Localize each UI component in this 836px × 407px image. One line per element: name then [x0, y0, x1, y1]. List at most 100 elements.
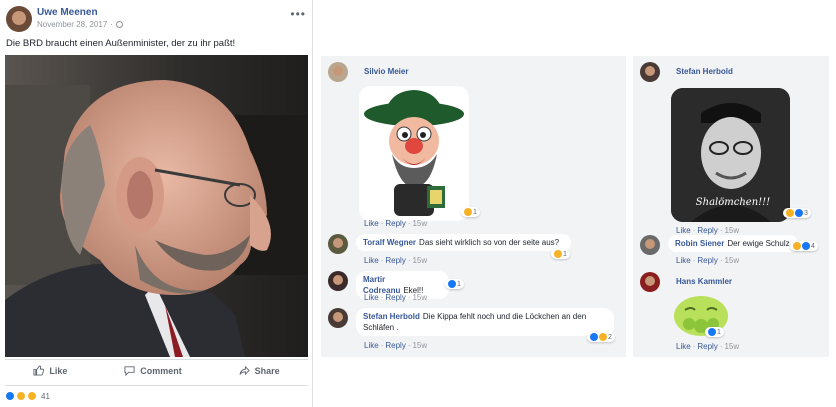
comments-panel-left: Silvio Meier 1 Like · Reply · 15w Toralf… — [321, 56, 626, 357]
comment-reactions[interactable]: 2 — [587, 332, 615, 342]
comment-item: Stefan Herbold Die Kippa fehlt noch und d… — [328, 308, 618, 354]
comment-text: Der ewige Schulz — [727, 239, 790, 248]
comment-item: Silvio Meier 1 Like · Reply · 15w — [328, 62, 618, 232]
comment-item: Hans Kammler 1 Like · Reply · 15w — [640, 272, 825, 356]
comment-button[interactable]: Comment — [124, 365, 182, 376]
comment-item: Toralf Wegner Das sieht wirklich so von d… — [328, 234, 618, 270]
comment-reply-link[interactable]: Reply — [385, 219, 405, 228]
haha-reaction-icon — [793, 242, 801, 250]
commenter-name[interactable]: Martir Codreanu — [363, 275, 400, 295]
like-reaction-icon — [708, 328, 716, 336]
like-reaction-icon — [448, 280, 456, 288]
comment-reactions[interactable]: 1 — [445, 279, 464, 289]
comment-item: Robin Siener Der ewige Schulz 4 Like · Repl… — [640, 235, 825, 271]
comment-actions: Like · Reply · 15w — [364, 256, 428, 265]
post-card: Uwe Meenen November 28, 2017 · ••• Die B… — [0, 0, 313, 407]
comment-reactions[interactable]: 4 — [790, 241, 818, 251]
comment-bubble: Toralf Wegner Das sieht wirklich so von d… — [356, 234, 571, 251]
haha-reaction-icon — [464, 208, 472, 216]
share-button[interactable]: Share — [239, 365, 280, 376]
comment-reply-link[interactable]: Reply — [697, 342, 717, 351]
comment-bubble: Robin Siener Der ewige Schulz — [668, 235, 798, 252]
comment-reactions[interactable]: 3 — [783, 208, 811, 218]
comment-reactions[interactable]: 1 — [461, 207, 480, 217]
comment-actions: Like · Reply · 15w — [364, 293, 428, 302]
commenter-name[interactable]: Stefan Herbold — [676, 67, 733, 76]
share-label: Share — [254, 365, 280, 376]
author-name[interactable]: Uwe Meenen — [37, 7, 98, 18]
comment-time[interactable]: 15w — [724, 226, 739, 235]
thumbs-up-icon — [33, 365, 45, 376]
comment-time[interactable]: 15w — [724, 256, 739, 265]
comment-like-link[interactable]: Like — [364, 341, 379, 350]
post-header: Uwe Meenen November 28, 2017 · ••• — [6, 5, 306, 33]
like-reaction-icon — [5, 391, 15, 401]
haha-reaction-icon — [599, 333, 607, 341]
comment-reactions[interactable]: 1 — [551, 249, 570, 259]
like-reaction-icon — [802, 242, 810, 250]
commenter-name[interactable]: Toralf Wegner — [363, 238, 416, 247]
more-options-button[interactable]: ••• — [290, 7, 306, 21]
comment-actions: Like · Reply · 15w — [676, 256, 740, 265]
like-button[interactable]: Like — [33, 365, 67, 376]
comment-item: Stefan Herbold Shalömchen!!! 3 Like · Repl… — [640, 62, 825, 235]
post-action-bar: Like Comment Share — [5, 359, 308, 381]
comment-like-link[interactable]: Like — [364, 219, 379, 228]
comment-label: Comment — [140, 365, 182, 376]
post-text: Die BRD braucht einen Außenminister, der… — [6, 38, 236, 49]
like-reaction-icon — [795, 209, 803, 217]
commenter-name[interactable]: Hans Kammler — [676, 277, 732, 286]
caricature-image — [359, 86, 469, 221]
share-icon — [239, 365, 250, 376]
comment-icon — [124, 366, 135, 376]
caricature-sticker[interactable] — [359, 86, 469, 221]
commenter-name[interactable]: Silvio Meier — [364, 67, 408, 76]
comment-like-link[interactable]: Like — [676, 342, 691, 351]
comment-time[interactable]: 15w — [412, 341, 427, 350]
commenter-avatar[interactable] — [328, 234, 348, 254]
commenter-name[interactable]: Stefan Herbold — [363, 312, 420, 321]
wow-reaction-icon — [27, 391, 37, 401]
comment-reactions[interactable]: 1 — [705, 327, 724, 337]
reaction-count: 41 — [41, 391, 50, 401]
comment-reply-link[interactable]: Reply — [697, 256, 717, 265]
comment-image[interactable]: Shalömchen!!! — [671, 88, 790, 222]
post-reactions-summary[interactable]: 41 — [5, 385, 308, 403]
like-reaction-icon — [590, 333, 598, 341]
comment-actions: Like · Reply · 15w — [364, 341, 428, 350]
commenter-avatar[interactable] — [640, 272, 660, 292]
commenter-avatar[interactable] — [640, 62, 660, 82]
post-date[interactable]: November 28, 2017 — [37, 20, 107, 29]
commenter-avatar[interactable] — [328, 271, 348, 291]
comment-reply-link[interactable]: Reply — [697, 226, 717, 235]
comment-actions: Like · Reply · 15w — [364, 219, 428, 228]
comment-time[interactable]: 15w — [412, 256, 427, 265]
commenter-avatar[interactable] — [328, 308, 348, 328]
like-label: Like — [49, 365, 68, 376]
commenter-avatar[interactable] — [640, 235, 660, 255]
comment-like-link[interactable]: Like — [676, 256, 691, 265]
portrait-image — [5, 55, 308, 357]
comments-panel-right: Stefan Herbold Shalömchen!!! 3 Like · Repl… — [633, 56, 829, 357]
photo-image: Shalömchen!!! — [671, 88, 790, 222]
haha-reaction-icon — [16, 391, 26, 401]
comment-time[interactable]: 15w — [724, 342, 739, 351]
post-meta: November 28, 2017 · — [37, 20, 123, 29]
comment-reply-link[interactable]: Reply — [385, 256, 405, 265]
comment-reply-link[interactable]: Reply — [385, 341, 405, 350]
haha-reaction-icon — [554, 250, 562, 258]
comment-time[interactable]: 15w — [412, 293, 427, 302]
comment-text: Das sieht wirklich so von der seite aus? — [419, 238, 560, 247]
post-photo[interactable] — [5, 55, 308, 357]
comment-reply-link[interactable]: Reply — [385, 293, 405, 302]
commenter-name[interactable]: Robin Siener — [675, 239, 724, 248]
comment-like-link[interactable]: Like — [676, 226, 691, 235]
author-avatar[interactable] — [6, 6, 32, 32]
image-caption: Shalömchen!!! — [696, 197, 770, 208]
comment-item: Martir Codreanu Ekel!! 1 Like · Reply · 15w — [328, 271, 618, 307]
commenter-avatar[interactable] — [328, 62, 348, 82]
comment-like-link[interactable]: Like — [364, 256, 379, 265]
comment-like-link[interactable]: Like — [364, 293, 379, 302]
comment-time[interactable]: 15w — [412, 219, 427, 228]
comment-actions: Like · Reply · 15w — [676, 226, 740, 235]
